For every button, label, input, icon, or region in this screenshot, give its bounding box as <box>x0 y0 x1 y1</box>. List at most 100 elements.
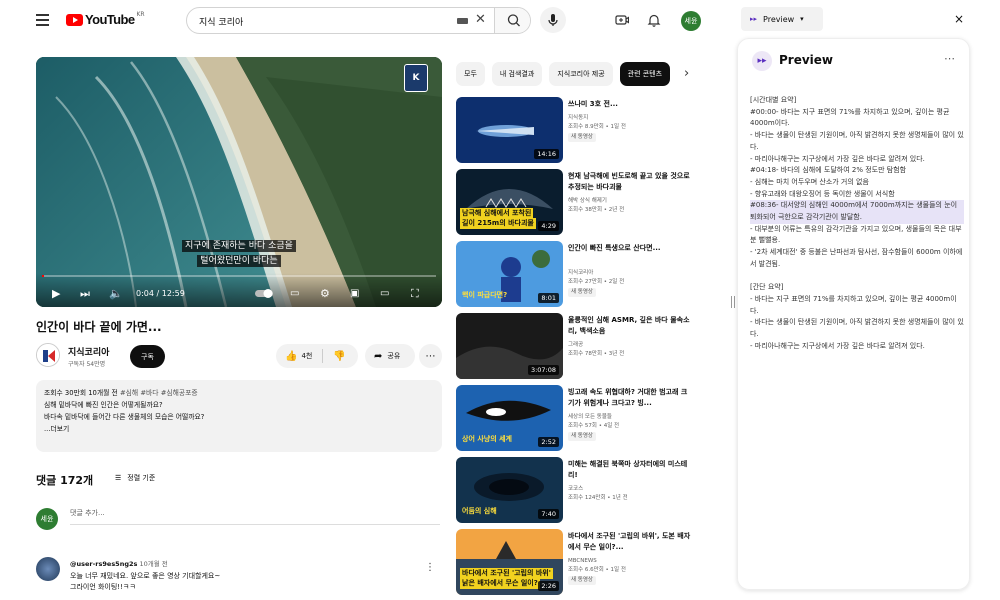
account-avatar[interactable]: 세윤 <box>681 11 701 31</box>
recommended-title[interactable]: 미해는 해결된 북쪽마 상자터에의 미스테리! <box>568 459 692 481</box>
recommended-video[interactable]: 14:16 쓰나미 3호 전... 지식동지 조회수 8.9만회 • 1일 전 … <box>456 97 696 163</box>
recommended-title[interactable]: 인간이 빠진 특생으로 산다면... <box>568 243 692 254</box>
filter-chip[interactable]: 모두 <box>456 62 485 86</box>
thumbnail-caption: 낡은 배자에서 무슨 일이? <box>460 578 540 589</box>
recommended-meta: MBCNEWS 조회수 6.6만회 • 1일 전 새 동영상 <box>568 557 626 585</box>
commenter-avatar[interactable] <box>36 557 60 581</box>
preview-icon: ▸▸ <box>752 51 772 71</box>
dislike-icon[interactable]: 👎 <box>333 351 345 362</box>
recommended-video[interactable]: 어둠의 심해 7:40 미해는 해결된 북쪽마 상자터에의 미스테리! 코코스 … <box>456 457 696 523</box>
filter-chip[interactable]: 관련 콘텐츠 <box>619 62 671 86</box>
notifications-bell-icon[interactable] <box>647 13 661 27</box>
recommended-title[interactable]: 바다에서 조구된 '고립의 바위', 도본 배자에서 무슨 일이?... <box>568 531 692 553</box>
subscribe-button[interactable]: 구독 <box>130 345 165 368</box>
recommended-channel[interactable]: MBCNEWS <box>568 557 626 566</box>
video-thumbnail[interactable]: 상어 사냥의 세계 2:52 <box>456 385 563 451</box>
recommended-title[interactable]: 현재 남극해에 빈도로해 끝고 있을 것으로 추정되는 바다괴물 <box>568 171 692 193</box>
video-thumbnail[interactable]: 바다에서 조구된 '고립의 바위' 낡은 배자에서 무슨 일이? 2:26 <box>456 529 563 595</box>
progress-bar[interactable] <box>42 275 436 277</box>
recommended-channel[interactable]: 코코스 <box>568 485 628 494</box>
video-thumbnail[interactable]: 핵이 파급다면? 8:01 <box>456 241 563 307</box>
video-thumbnail[interactable]: 3:07:08 <box>456 313 563 379</box>
search-button[interactable] <box>494 8 530 33</box>
recommended-stats: 조회수 8.9만회 • 1일 전 <box>568 124 626 130</box>
preview-dropdown-label: Preview <box>763 14 795 24</box>
recommended-title[interactable]: 빙고래 속도 위협대하? 거대한 범고래 크기가 위험게나 크다고? 빙... <box>568 387 692 409</box>
channel-name[interactable]: 지식코리아 <box>68 345 109 358</box>
like-count[interactable]: 4천 <box>301 351 312 361</box>
voice-search-button[interactable] <box>540 7 566 33</box>
preview-title: Preview <box>779 53 834 67</box>
recommended-video[interactable]: 3:07:08 울릉적인 심해 ASMR, 깊은 바다 물속소리, 백색소음 그… <box>456 313 696 379</box>
search-box[interactable]: 지식 코리아 ✕ <box>186 7 531 34</box>
close-icon[interactable]: × <box>954 12 964 26</box>
subscriber-count: 구독자 54만명 <box>68 361 106 368</box>
panel-resize-handle[interactable] <box>731 296 735 308</box>
recommended-stats: 조회수 27만회 • 2일 전 <box>568 279 625 285</box>
recommended-channel[interactable]: 지식코리아 <box>568 269 624 278</box>
description-tags[interactable]: #심해 #바다 #심해공포증 <box>120 389 198 397</box>
subtitles-icon[interactable]: ▭ <box>290 289 299 299</box>
theater-mode-icon[interactable]: ▭ <box>380 289 389 299</box>
share-label: 공유 <box>387 352 401 360</box>
like-divider <box>322 349 324 363</box>
share-button[interactable]: ➦ 공유 <box>365 344 415 368</box>
recommended-meta: 해박 상식 해제기 조회수 38만회 • 2년 전 <box>568 197 624 215</box>
fullscreen-icon[interactable]: ⛶ <box>411 288 419 299</box>
recommended-channel[interactable]: 세상의 모든 동물들 <box>568 413 619 422</box>
description-line: 바다속 밑바닥에 들어간 다른 생물체의 모습은 어떨까요? <box>44 413 205 421</box>
recommended-video[interactable]: 남극해 심해에서 포착된 길이 215m의 바다괴물 4:29 현재 남극해에 빈… <box>456 169 696 235</box>
video-thumbnail[interactable]: 남극해 심해에서 포착된 길이 215m의 바다괴물 4:29 <box>456 169 563 235</box>
video-thumbnail[interactable]: 어둠의 심해 7:40 <box>456 457 563 523</box>
caption-line-2: 털어왔던만이 바다는 <box>36 248 442 267</box>
video-thumbnail[interactable]: 14:16 <box>456 97 563 163</box>
summary-line: - 바다는 지구 표면의 71%를 차지하고 있으며, 깊이는 평균 4000m… <box>750 294 957 315</box>
autoplay-toggle-icon[interactable] <box>255 288 275 299</box>
sort-button[interactable]: ☰ 정렬 기준 <box>115 473 155 483</box>
next-icon[interactable]: ⏭ <box>80 288 90 299</box>
new-video-badge: 새 동영상 <box>568 432 596 441</box>
search-input[interactable]: 지식 코리아 <box>199 15 243 28</box>
preview-dropdown[interactable]: ▸▸ Preview ▾ <box>741 7 823 31</box>
filter-chip[interactable]: 지식코리아 제공 <box>549 62 613 86</box>
miniplayer-icon[interactable]: ▣ <box>350 289 359 299</box>
like-icon[interactable]: 👍 <box>285 351 297 362</box>
thumbnail-caption: 상어 사냥의 세계 <box>462 435 512 443</box>
recommended-video[interactable]: 핵이 파급다면? 8:01 인간이 빠진 특생으로 산다면... 지식코리아 조… <box>456 241 696 307</box>
search-icon <box>507 14 520 27</box>
recommended-video[interactable]: 바다에서 조구된 '고립의 바위' 낡은 배자에서 무슨 일이? 2:26 바다에… <box>456 529 696 595</box>
description-more[interactable]: ...더보기 <box>44 423 434 435</box>
recommended-title[interactable]: 쓰나미 3호 전... <box>568 99 692 110</box>
add-comment-input[interactable]: 댓글 추가... <box>70 508 440 525</box>
comment-text: 오늘 너무 재밌네요. 앞으로 좋은 영상 기대할게요~ 그라이언 화이팅!!ㅋ… <box>70 572 221 591</box>
settings-gear-icon[interactable]: ⚙ <box>320 288 330 299</box>
keyboard-icon[interactable] <box>457 18 468 24</box>
video-player[interactable]: K 지구에 존재하는 바다 소금을 털어왔던만이 바다는 ▶ ⏭ 🔈 0:04 … <box>36 57 442 307</box>
recommended-meta: 코코스 조회수 124만회 • 1년 전 <box>568 485 628 503</box>
channel-avatar[interactable] <box>36 343 60 367</box>
new-video-badge: 새 동영상 <box>568 576 596 585</box>
recommended-channel[interactable]: 지식동지 <box>568 114 626 123</box>
chevron-right-icon[interactable]: › <box>684 66 689 81</box>
progress-fill <box>42 275 44 277</box>
recommended-channel[interactable]: 그래공 <box>568 341 624 350</box>
channel-logo-icon <box>37 344 59 366</box>
summary-line: - 바다는 생물이 탄생된 기원이며, 아직 밝견하지 못한 생명체들이 많이 … <box>750 318 964 339</box>
youtube-page: YouTube KR 지식 코리아 ✕ 세윤 K 지구에 존재하는 바다 소금을… <box>0 0 722 600</box>
recommended-video[interactable]: 상어 사냥의 세계 2:52 빙고래 속도 위협대하? 거대한 범고래 크기가 … <box>456 385 696 451</box>
youtube-logo[interactable]: YouTube KR <box>66 11 145 27</box>
more-actions-icon[interactable]: ⋯ <box>419 344 442 368</box>
recommended-title[interactable]: 울릉적인 심해 ASMR, 깊은 바다 물속소리, 백색소음 <box>568 315 692 337</box>
description-box[interactable]: 조회수 30만회 10개월 전 #심해 #바다 #심해공포증 심해 밑바닥에 빠… <box>36 380 442 452</box>
more-options-icon[interactable]: ⋯ <box>944 52 955 65</box>
thumbnail-caption: 길이 215m의 바다괴물 <box>460 218 536 229</box>
create-icon[interactable] <box>615 13 629 27</box>
filter-chip[interactable]: 내 검색결과 <box>491 62 543 86</box>
menu-icon[interactable] <box>36 14 49 29</box>
comment-menu-icon[interactable]: ⋮ <box>425 562 435 573</box>
clear-search-icon[interactable]: ✕ <box>475 13 486 26</box>
summary-line: [시간대별 요약] <box>750 96 797 104</box>
recommended-channel[interactable]: 해박 상식 해제기 <box>568 197 624 206</box>
play-icon[interactable]: ▶ <box>52 288 60 299</box>
volume-icon[interactable]: 🔈 <box>109 288 123 299</box>
